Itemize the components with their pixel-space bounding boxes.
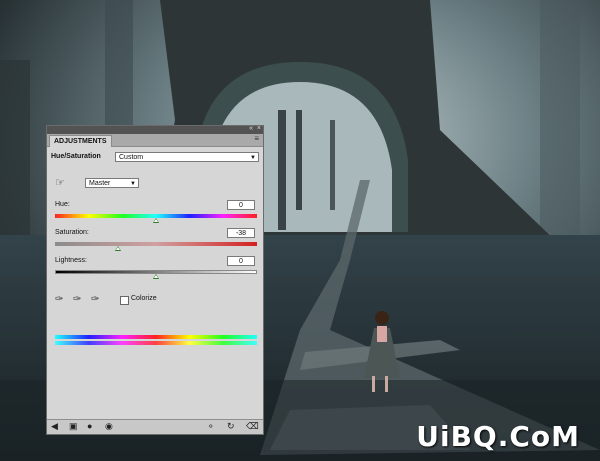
panel-menu-icon[interactable]: ≡ (254, 134, 259, 143)
tab-adjustments[interactable]: ADJUSTMENTS (49, 135, 112, 147)
close-icon[interactable]: × (257, 125, 261, 132)
trash-icon[interactable]: ⌫ (246, 421, 259, 432)
preset-select[interactable]: Custom ▼ (115, 152, 259, 162)
eyedropper-icon[interactable]: ✑ (55, 294, 63, 305)
previous-state-icon[interactable]: ⚬ (207, 421, 215, 432)
back-arrow-icon[interactable]: ◀ (51, 421, 58, 432)
targeted-adjustment-hand-icon[interactable]: ☞ (55, 176, 65, 189)
collapse-icon[interactable]: « (249, 125, 253, 132)
reset-icon[interactable]: ↻ (227, 421, 235, 432)
input-color-bar (55, 335, 257, 339)
saturation-slider-track[interactable] (55, 242, 257, 246)
saturation-slider-thumb[interactable] (114, 246, 121, 251)
preset-select-value: Custom (119, 154, 144, 161)
hue-value-field[interactable]: 0 (227, 200, 255, 210)
chevron-down-icon: ▼ (250, 155, 256, 161)
hue-label: Hue: (55, 201, 70, 208)
panel-tab-row: ADJUSTMENTS ≡ (47, 134, 263, 147)
adjustments-panel: « × ADJUSTMENTS ≡ Hue/Saturation Custom … (46, 125, 264, 435)
watermark-logo: UiBQ.CoM (416, 420, 580, 453)
lightness-label: Lightness: (55, 257, 87, 264)
visibility-eye-icon[interactable]: ◉ (105, 421, 113, 432)
hue-slider-thumb[interactable] (153, 218, 159, 223)
saturation-label: Saturation: (55, 229, 89, 236)
eyedropper-minus-icon[interactable]: ✑ (91, 294, 99, 305)
adjustment-header: Hue/Saturation Custom ▼ (51, 152, 259, 164)
saturation-value-field[interactable]: -38 (227, 228, 255, 238)
panel-title-bar: « × (47, 125, 263, 134)
panel-footer: ◀ ▣ ● ◉ ⚬ ↻ ⌫ (47, 419, 263, 434)
adjustment-title: Hue/Saturation (51, 153, 101, 160)
colorize-label: Colorize (131, 295, 157, 302)
channel-select[interactable]: Master ▼ (85, 178, 139, 188)
chevron-down-icon: ▼ (130, 181, 136, 187)
expanded-view-icon[interactable]: ▣ (69, 421, 78, 432)
eyedropper-plus-icon[interactable]: ✑ (73, 294, 81, 305)
colorize-checkbox[interactable] (120, 296, 129, 305)
lightness-slider-thumb[interactable] (153, 274, 159, 279)
clip-to-layer-icon[interactable]: ● (87, 421, 92, 431)
channel-select-value: Master (89, 180, 111, 187)
lightness-value-field[interactable]: 0 (227, 256, 255, 266)
output-color-bar (55, 341, 257, 345)
